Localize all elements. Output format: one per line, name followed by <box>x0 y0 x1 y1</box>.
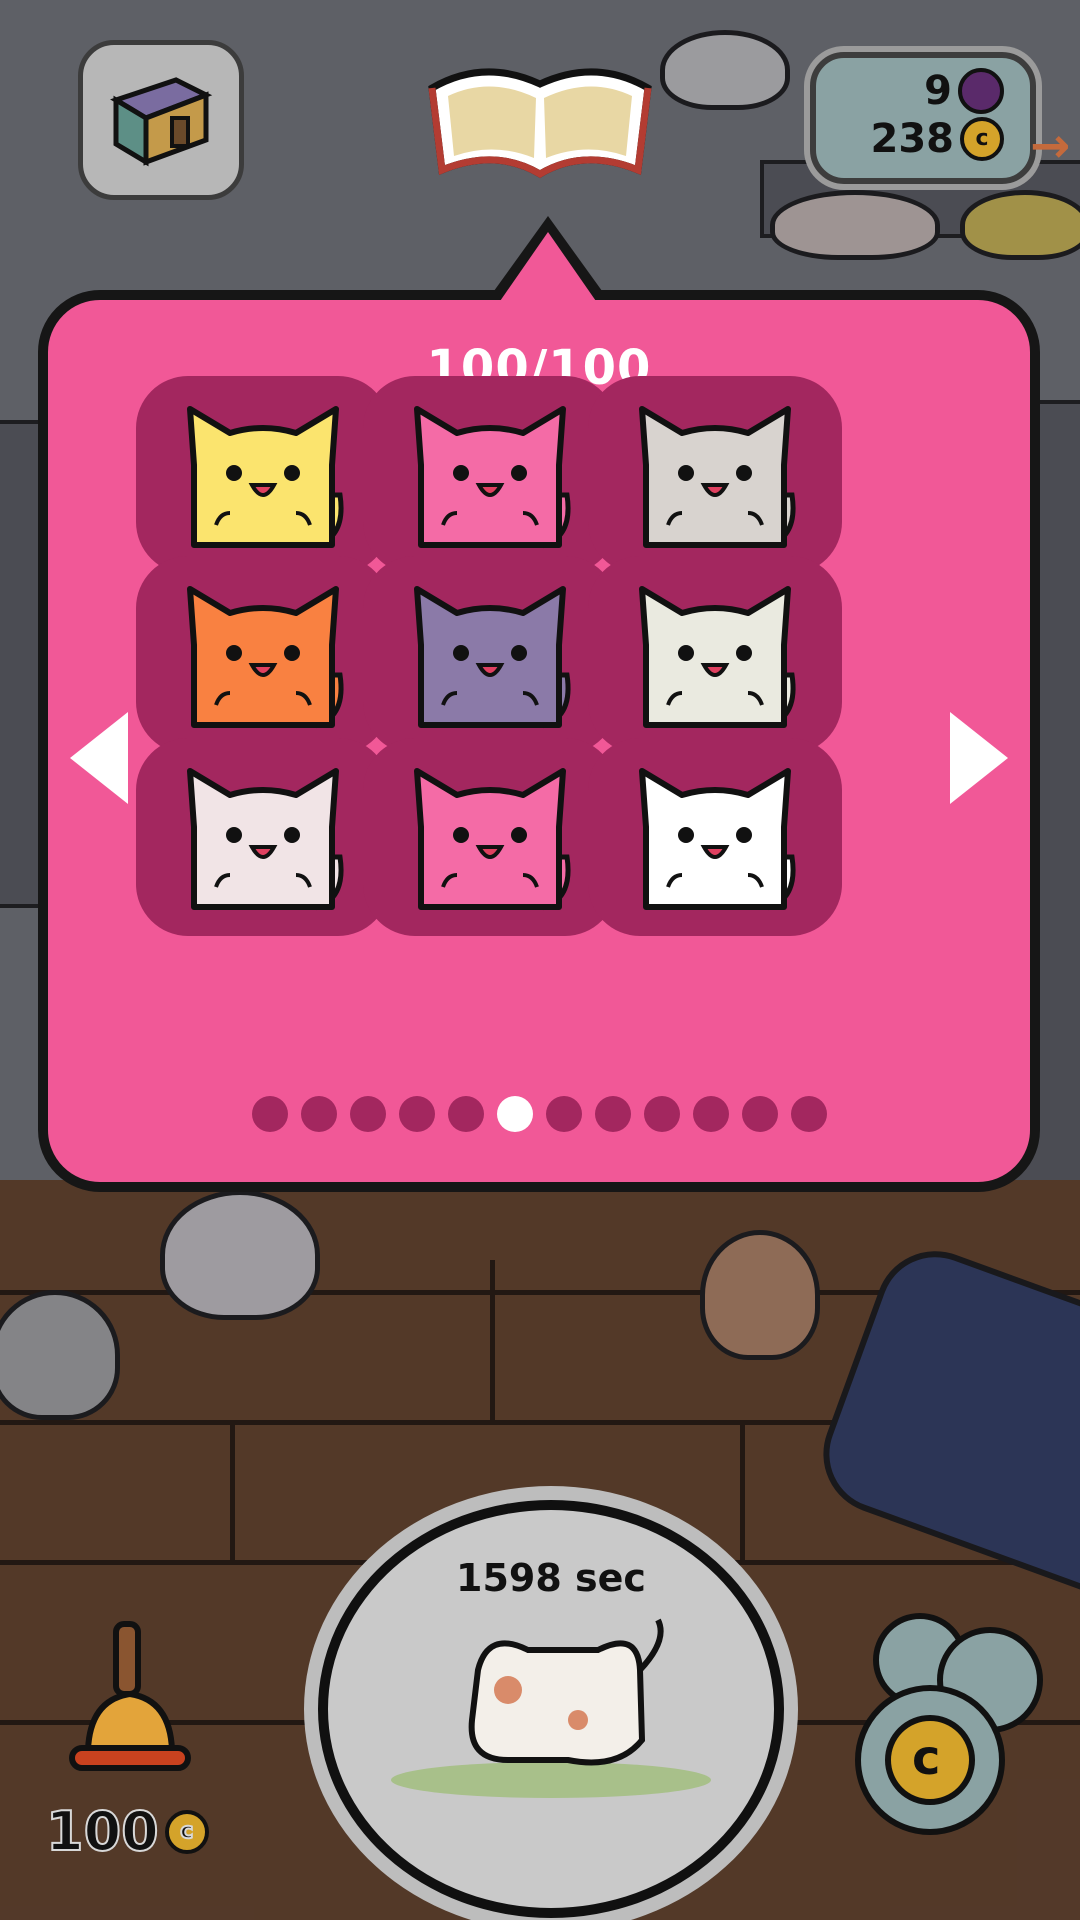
page-dot[interactable] <box>790 1096 827 1132</box>
coin-count: 238 <box>870 116 955 162</box>
page-dot[interactable] <box>692 1096 729 1132</box>
page-dot[interactable] <box>545 1096 582 1132</box>
coin-icon: c <box>164 1809 209 1854</box>
calico-spotted-cat-icon <box>639 406 796 549</box>
house-button[interactable] <box>78 40 244 200</box>
cat-slot[interactable] <box>136 738 390 936</box>
pink-cat-icon <box>414 768 571 911</box>
page-dot[interactable] <box>496 1096 533 1132</box>
timer-label: 1598 sec <box>456 1556 646 1600</box>
coin-icon: c <box>960 117 1004 161</box>
cat-slot[interactable] <box>363 556 617 754</box>
page-dot[interactable] <box>447 1096 484 1132</box>
bell-price-value: 100 <box>45 1799 160 1864</box>
gem-counter: 9 <box>924 68 1004 114</box>
next-page-arrow-icon[interactable] <box>950 712 1008 804</box>
pink-heart-cat-icon <box>414 406 571 549</box>
house-icon <box>110 77 213 167</box>
treat-button[interactable]: c <box>850 1600 1056 1844</box>
page-dot[interactable] <box>398 1096 435 1132</box>
cat-timer-button[interactable]: 1598 sec <box>318 1500 784 1918</box>
cat-slot[interactable] <box>136 376 390 574</box>
bell-icon <box>69 1621 191 1771</box>
cat-slot[interactable] <box>588 556 842 754</box>
rainbow-cat-icon <box>187 768 344 911</box>
book-icon <box>428 68 652 179</box>
gem-count: 9 <box>924 68 952 114</box>
page-dot[interactable] <box>741 1096 778 1132</box>
gem-icon <box>958 68 1004 114</box>
page-dot[interactable] <box>594 1096 631 1132</box>
cat-collection-panel: 100/100 <box>38 290 1040 1192</box>
page-dot[interactable] <box>643 1096 680 1132</box>
panel-pointer-fill <box>498 232 598 304</box>
currency-panel: 9 238 c <box>810 52 1036 184</box>
bell-price: 100 c <box>45 1799 209 1864</box>
orange-tabby-cat-icon <box>187 586 344 729</box>
treat-jar-icon <box>855 1613 1043 1835</box>
collection-book-button[interactable] <box>424 58 656 184</box>
cat-slot[interactable] <box>363 738 617 936</box>
yellow-cat-icon <box>187 406 344 549</box>
headband-cat-icon <box>639 768 796 911</box>
treat-coin-label: c <box>912 1730 941 1786</box>
page-indicator <box>48 1096 1030 1132</box>
page-dot[interactable] <box>251 1096 288 1132</box>
cat-slot[interactable] <box>136 556 390 754</box>
next-room-arrow-icon[interactable]: → <box>1030 118 1070 174</box>
page-dot[interactable] <box>300 1096 337 1132</box>
cat-slot[interactable] <box>588 738 842 936</box>
bell-button[interactable] <box>60 1620 200 1800</box>
walking-cat-icon <box>391 1618 711 1798</box>
purple-cloud-cat-icon <box>414 586 571 729</box>
coin-counter: 238 c <box>870 116 1004 162</box>
cat-slot[interactable] <box>588 376 842 574</box>
page-dot[interactable] <box>349 1096 386 1132</box>
previous-page-arrow-icon[interactable] <box>70 712 128 804</box>
olive-white-cat-icon <box>639 586 796 729</box>
cat-slot[interactable] <box>363 376 617 574</box>
